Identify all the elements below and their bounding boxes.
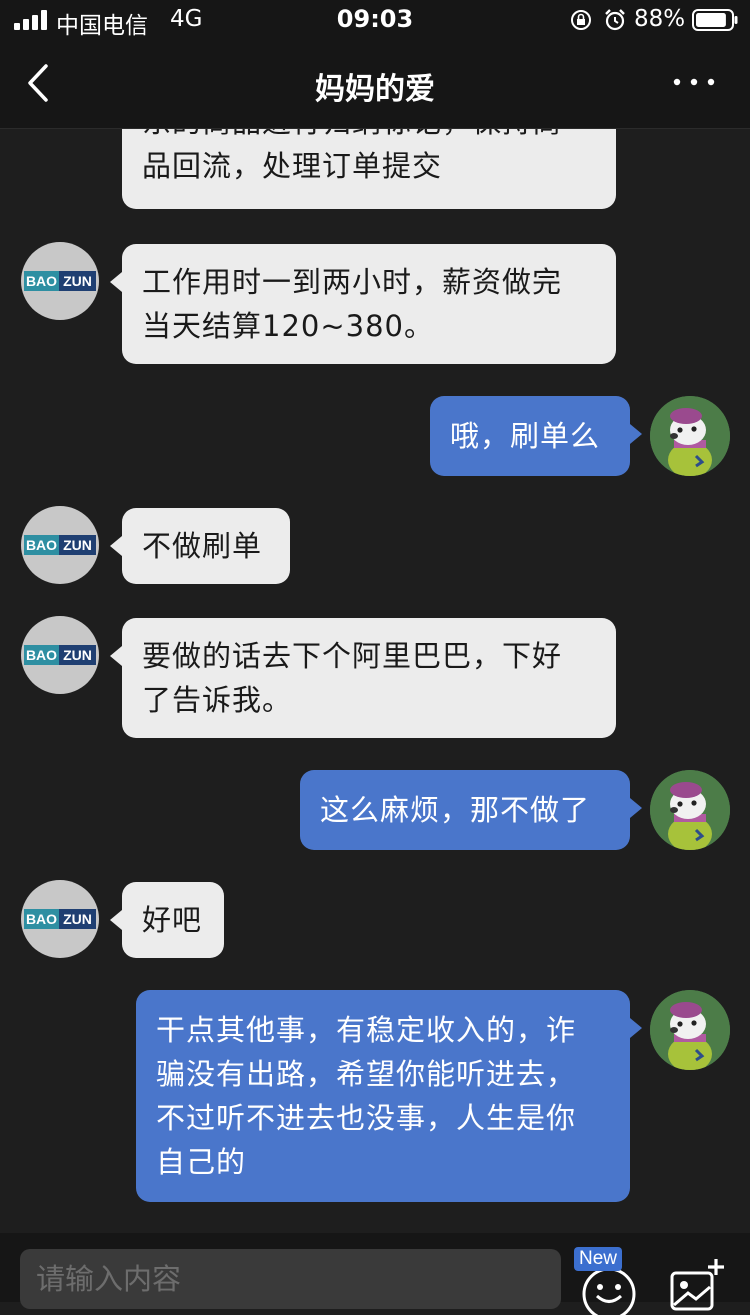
logo-text-right: ZUN (59, 271, 96, 291)
logo-text-left: BAO (24, 645, 59, 665)
nav-bar: 妈妈的爱 (0, 40, 750, 129)
message-input[interactable] (20, 1249, 561, 1309)
baozun-logo: BAO ZUN (24, 645, 96, 665)
orientation-lock-icon (571, 10, 591, 30)
battery-icon (692, 9, 738, 31)
message-text-line: 了告诉我。 (142, 683, 293, 717)
message-text-line: 好吧 (142, 903, 203, 937)
message-text-line: 骗没有出路，希望你能听进去， (156, 1057, 577, 1091)
logo-text-right: ZUN (59, 535, 96, 555)
contact-avatar[interactable]: BAO ZUN (21, 506, 99, 584)
emoji-icon[interactable] (580, 1265, 638, 1315)
message-text-line: 哦，刷单么 (450, 419, 601, 453)
baozun-logo: BAO ZUN (24, 535, 96, 555)
contact-avatar[interactable]: BAO ZUN (21, 242, 99, 320)
incoming-message[interactable]: 不做刷单 (110, 508, 290, 584)
outgoing-message[interactable]: 这么麻烦，那不做了 (300, 770, 642, 850)
logo-text-right: ZUN (59, 645, 96, 665)
chat-title: 妈妈的爱 (315, 72, 435, 107)
add-image-icon[interactable] (666, 1255, 726, 1315)
message-text-line: 这么麻烦，那不做了 (320, 793, 591, 827)
logo-text-left: BAO (24, 271, 59, 291)
outgoing-message[interactable]: 哦，刷单么 (430, 396, 642, 476)
contact-avatar[interactable]: BAO ZUN (21, 880, 99, 958)
logo-text-left: BAO (24, 909, 59, 929)
new-badge: New (574, 1247, 623, 1271)
message-list[interactable]: 东的商品进行归纳标记，保持商品回流，处理订单提交工作用时一到两小时，薪资做完当天… (0, 129, 750, 1233)
message-text-line: 干点其他事，有稳定收入的，诈 (156, 1013, 577, 1047)
incoming-message[interactable]: 好吧 (110, 882, 224, 958)
baozun-logo: BAO ZUN (24, 271, 96, 291)
baozun-logo: BAO ZUN (24, 909, 96, 929)
logo-text-left: BAO (24, 535, 59, 555)
battery-percentage: 88% (634, 6, 686, 32)
my-avatar[interactable] (650, 396, 730, 476)
my-avatar[interactable] (650, 990, 730, 1070)
outgoing-message[interactable]: 干点其他事，有稳定收入的，诈 骗没有出路，希望你能听进去， 不过听不进去也没事，人生… (136, 990, 642, 1202)
message-text-line: 不做刷单 (142, 529, 263, 563)
message-text-line: 东的商品进行归纳标记，保持商 (142, 129, 596, 144)
incoming-message[interactable]: 东的商品进行归纳标记，保持商品回流，处理订单提交 (122, 129, 616, 209)
message-text-line: 不过听不进去也没事，人生是你 (156, 1101, 577, 1135)
message-text-line: 要做的话去下个阿里巴巴，下好 (142, 639, 563, 673)
input-bar: New (0, 1233, 750, 1315)
incoming-message[interactable]: 工作用时一到两小时，薪资做完 当天结算120~380。 (110, 244, 616, 364)
contact-avatar[interactable]: BAO ZUN (21, 616, 99, 694)
my-avatar[interactable] (650, 770, 730, 850)
status-bar: 中国电信 4G 09:03 88% (0, 0, 750, 40)
message-text-line: 工作用时一到两小时，薪资做完 (142, 265, 563, 299)
message-text-line: 自己的 (156, 1145, 247, 1179)
message-text-line: 品回流，处理订单提交 (142, 149, 443, 183)
more-horizontal-icon[interactable] (670, 72, 718, 92)
logo-text-right: ZUN (59, 909, 96, 929)
alarm-icon (605, 9, 625, 31)
message-text-line: 当天结算120~380。 (142, 309, 435, 343)
incoming-message[interactable]: 要做的话去下个阿里巴巴，下好 了告诉我。 (110, 618, 616, 738)
